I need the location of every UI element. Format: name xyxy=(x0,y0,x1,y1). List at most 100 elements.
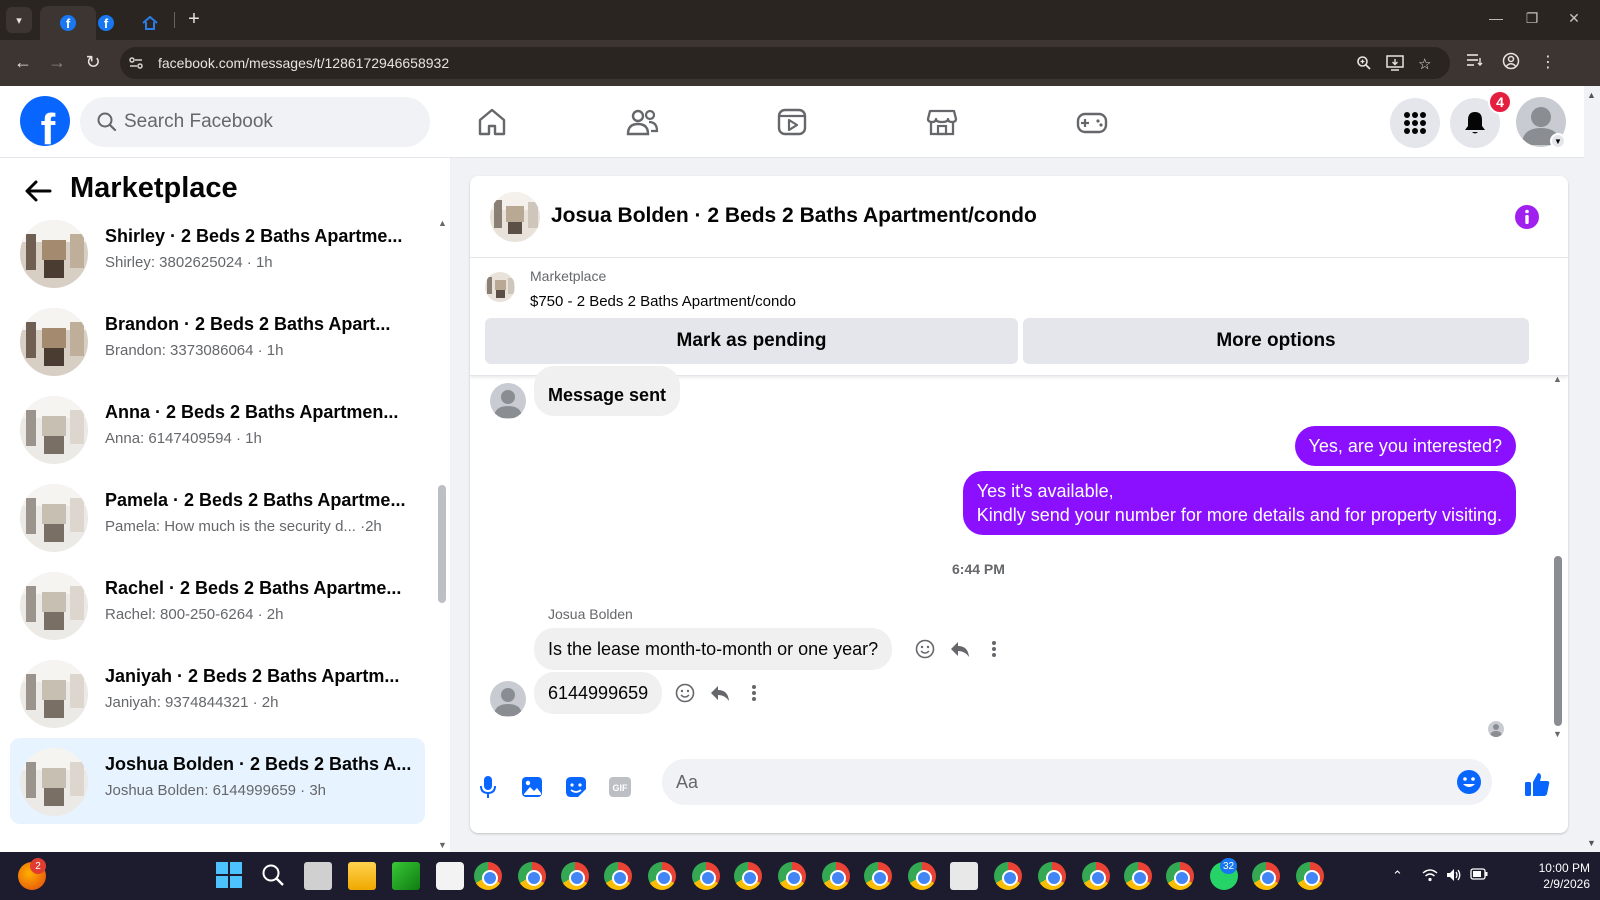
task-view-icon[interactable] xyxy=(304,862,332,890)
sidebar-scroll-down[interactable]: ▼ xyxy=(438,840,447,850)
conversation-item[interactable]: Janiyah · 2 Beds 2 Baths Apartm... Janiya… xyxy=(10,650,425,736)
chat-scrollbar-thumb[interactable] xyxy=(1554,556,1562,726)
store-icon[interactable] xyxy=(436,862,464,890)
site-info-icon[interactable] xyxy=(128,55,144,71)
taskbar-search-icon[interactable] xyxy=(260,862,288,890)
message-bubble-outgoing[interactable]: Yes it's available, Kindly send your num… xyxy=(962,471,1516,535)
chrome-window-icon[interactable] xyxy=(561,862,589,890)
attach-photo-button[interactable] xyxy=(518,773,546,801)
reply-icon[interactable] xyxy=(708,681,732,705)
clock[interactable]: 10:00 PM 2/9/2026 xyxy=(1524,860,1590,892)
wifi-icon[interactable] xyxy=(1422,868,1438,885)
restore-button[interactable]: ❐ xyxy=(1522,10,1542,27)
chrome-window-icon[interactable] xyxy=(864,862,892,890)
chrome-window-icon[interactable] xyxy=(908,862,936,890)
react-emoji-icon[interactable] xyxy=(913,637,937,661)
page-scrollbar[interactable] xyxy=(1584,86,1600,852)
conversation-item[interactable]: Brandon · 2 Beds 2 Baths Apart... Brandon… xyxy=(10,298,425,384)
reply-icon[interactable] xyxy=(948,637,972,661)
chrome-menu-icon[interactable]: ⋮ xyxy=(1540,52,1556,72)
chrome-window-icon[interactable] xyxy=(1166,862,1194,890)
chat-scroll-up[interactable]: ▲ xyxy=(1553,374,1562,384)
listing-title[interactable]: $750 - 2 Beds 2 Baths Apartment/condo xyxy=(530,293,796,310)
more-actions-icon[interactable] xyxy=(982,637,1006,661)
chevron-down-icon[interactable]: ▼ xyxy=(1550,133,1566,149)
like-button[interactable] xyxy=(1522,769,1552,799)
sender-avatar[interactable] xyxy=(490,681,526,717)
show-hidden-icons-chevron-icon[interactable]: ⌃ xyxy=(1392,868,1403,884)
facebook-logo[interactable]: f xyxy=(20,96,70,146)
zoom-icon[interactable] xyxy=(1356,55,1372,75)
windows-start-icon[interactable] xyxy=(216,862,244,890)
message-input[interactable] xyxy=(676,759,1446,805)
chrome-window-icon[interactable] xyxy=(734,862,762,890)
listing-small-thumbnail[interactable] xyxy=(485,272,515,302)
chrome-window-icon[interactable] xyxy=(994,862,1022,890)
snipping-tool-icon[interactable] xyxy=(950,862,978,890)
battery-icon[interactable] xyxy=(1470,868,1488,883)
nav-gaming-tab[interactable] xyxy=(1072,102,1112,142)
chrome-window-icon[interactable] xyxy=(778,862,806,890)
search-input[interactable] xyxy=(124,97,414,147)
install-app-icon[interactable] xyxy=(1386,55,1404,75)
conversation-item[interactable]: Pamela · 2 Beds 2 Baths Apartme... Pamela… xyxy=(10,474,425,560)
more-options-button[interactable]: More options xyxy=(1023,318,1529,364)
volume-icon[interactable] xyxy=(1446,868,1462,885)
tab-zillow[interactable] xyxy=(130,6,170,40)
conversation-item[interactable]: Rachel · 2 Beds 2 Baths Apartme... Rachel… xyxy=(10,562,425,648)
profile-icon[interactable] xyxy=(1502,52,1520,75)
search-box[interactable] xyxy=(80,97,430,147)
listing-thumbnail[interactable] xyxy=(490,192,540,242)
file-explorer-icon[interactable] xyxy=(348,862,376,890)
chrome-window-icon[interactable] xyxy=(1082,862,1110,890)
page-scroll-down[interactable]: ▼ xyxy=(1587,838,1596,848)
minimize-button[interactable]: — xyxy=(1486,10,1506,26)
chat-scroll-down[interactable]: ▼ xyxy=(1553,729,1562,739)
forward-icon[interactable]: → xyxy=(46,52,68,73)
back-icon[interactable]: ← xyxy=(12,52,34,73)
nav-video-tab[interactable] xyxy=(772,102,812,142)
reload-icon[interactable]: ↻ xyxy=(82,52,104,73)
react-emoji-icon[interactable] xyxy=(673,681,697,705)
new-tab-button[interactable]: + xyxy=(182,8,206,31)
tab-facebook-2[interactable]: f xyxy=(86,6,126,40)
info-icon[interactable] xyxy=(1514,204,1540,230)
sticker-button[interactable] xyxy=(562,773,590,801)
emoji-icon[interactable] xyxy=(1456,769,1482,795)
conversation-item[interactable]: Joshua Bolden · 2 Beds 2 Baths A... Joshu… xyxy=(10,738,425,824)
chrome-window-icon[interactable] xyxy=(1124,862,1152,890)
chrome-window-icon[interactable] xyxy=(692,862,720,890)
message-bubble-incoming[interactable]: Message sent xyxy=(534,366,681,416)
gif-button[interactable]: GIF xyxy=(606,773,634,801)
conversation-item[interactable]: Anna · 2 Beds 2 Baths Apartmen... Anna: 6… xyxy=(10,386,425,472)
message-bubble-outgoing[interactable]: Yes, are you interested? xyxy=(1294,426,1516,466)
back-arrow-icon[interactable] xyxy=(22,175,54,207)
chrome-window-icon[interactable] xyxy=(1252,862,1280,890)
nav-home-tab[interactable] xyxy=(472,102,512,142)
chrome-window-icon[interactable] xyxy=(518,862,546,890)
message-bubble-incoming[interactable]: 6144999659 xyxy=(534,672,663,714)
voice-clip-button[interactable] xyxy=(474,773,502,801)
bookmark-star-icon[interactable]: ☆ xyxy=(1418,55,1431,73)
sidebar-scrollbar-thumb[interactable] xyxy=(438,485,446,603)
mark-as-pending-button[interactable]: Mark as pending xyxy=(485,318,1018,364)
conversation-item[interactable]: Shirley · 2 Beds 2 Baths Apartme... Shirl… xyxy=(10,210,425,296)
tab-search-button[interactable]: ▾ xyxy=(6,7,32,33)
chrome-window-icon[interactable] xyxy=(1296,862,1324,890)
reading-list-icon[interactable] xyxy=(1466,52,1484,73)
message-input-box[interactable] xyxy=(662,759,1492,805)
more-actions-icon[interactable] xyxy=(742,681,766,705)
chrome-window-icon[interactable] xyxy=(1038,862,1066,890)
chrome-window-icon[interactable] xyxy=(822,862,850,890)
sender-avatar[interactable] xyxy=(490,383,526,419)
address-bar[interactable]: facebook.com/messages/t/1286172946658932… xyxy=(120,47,1450,79)
menu-button[interactable] xyxy=(1390,98,1440,148)
nav-marketplace-tab[interactable] xyxy=(922,102,962,142)
nav-friends-tab[interactable] xyxy=(622,102,662,142)
chrome-window-icon[interactable] xyxy=(474,862,502,890)
excel-like-app-icon[interactable] xyxy=(392,862,420,890)
sidebar-scroll-up[interactable]: ▲ xyxy=(438,218,447,228)
chrome-window-icon[interactable] xyxy=(648,862,676,890)
message-bubble-incoming[interactable]: Is the lease month-to-month or one year? xyxy=(534,628,893,670)
chrome-window-icon[interactable] xyxy=(604,862,632,890)
